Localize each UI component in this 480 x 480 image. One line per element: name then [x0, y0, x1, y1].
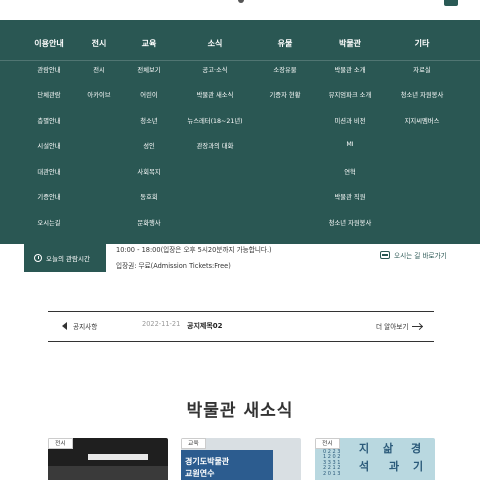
menu-item-announcements[interactable]: 공고·소식 [180, 65, 250, 74]
poster-char-2: 삶 [383, 442, 394, 455]
menu-item-floor-guide[interactable]: 층별안내 [14, 116, 84, 125]
menu-item-museum-news[interactable]: 박물관 새소식 [180, 90, 250, 99]
ticket-text: 입장권: 무료(Admission Tickets:Free) [116, 262, 231, 270]
exhibition-photo [48, 466, 168, 480]
menu-item-rental-guide[interactable]: 대관안내 [14, 167, 84, 176]
menu-icon[interactable] [444, 0, 458, 6]
poster-line-2: 교원연수 [185, 469, 215, 478]
arrow-right-icon [412, 325, 423, 327]
top-header [0, 0, 480, 20]
menu-item-staff[interactable]: 박물관 직원 [315, 192, 385, 201]
menu-item-social-welfare[interactable]: 사회복지 [114, 167, 184, 176]
poster-char-3: 경 [411, 442, 422, 455]
menu-item-mi[interactable]: MI [315, 141, 385, 148]
menu-item-youth-volunteer-etc[interactable]: 청소년 자원봉사 [387, 90, 457, 99]
bus-icon [380, 251, 390, 259]
ceiling-light-image [88, 454, 148, 460]
menu-item-donors[interactable]: 기증자 현황 [250, 90, 320, 99]
menu-heading-museum[interactable]: 박물관 [315, 38, 385, 49]
poster-char-5: 과 [389, 460, 400, 473]
notice-divider-bottom [48, 341, 434, 342]
hours-text: 10:00 - 18:00(입장은 오후 5시20분까지 가능합니다.) [116, 246, 272, 254]
education-poster: 경기도박물관 교원연수 [181, 450, 273, 480]
menu-item-youth[interactable]: 청소년 [114, 116, 184, 125]
news-card-tag: 교육 [181, 438, 206, 449]
menu-item-ggc-members[interactable]: 지지씨멤버스 [387, 116, 457, 125]
mega-menu: 이용안내 관람안내 단체관람 층별안내 시설안내 대관안내 기증안내 오시는길 … [0, 20, 480, 244]
menu-item-children[interactable]: 어린이 [114, 90, 184, 99]
notice-label-text: 공지사항 [73, 323, 98, 331]
menu-item-view-all[interactable]: 전체보기 [114, 65, 184, 74]
menu-item-mission-vision[interactable]: 미션과 비전 [315, 116, 385, 125]
menu-item-collection[interactable]: 소장유물 [250, 65, 320, 74]
menu-item-museumpark-intro[interactable]: 뮤지엄파크 소개 [315, 90, 385, 99]
news-card-2[interactable]: 교육 경기도박물관 교원연수 [181, 438, 301, 480]
speaker-icon [62, 322, 67, 330]
news-card-3[interactable]: 전시 0 2 2 3 1 2 0 2 3 3 3 1 2 2 1 2 2 0 1… [315, 438, 435, 480]
notice-more-link[interactable]: 더 알아보기 [376, 321, 423, 331]
menu-item-resources[interactable]: 자료실 [387, 65, 457, 74]
poster-char-6: 기 [413, 460, 424, 473]
museum-logo-icon[interactable] [238, 0, 244, 3]
menu-heading-education[interactable]: 교육 [114, 38, 184, 49]
notice-date: 2022-11-21 [142, 320, 181, 328]
menu-item-director-talk[interactable]: 관장과의 대화 [180, 141, 250, 150]
menu-divider [0, 60, 480, 61]
notice-divider-top [48, 311, 434, 312]
menu-item-museum-intro[interactable]: 박물관 소개 [315, 65, 385, 74]
news-section-title: 박물관 새소식 [186, 401, 294, 421]
news-card-1[interactable]: 전시 [48, 438, 168, 480]
notice-label: 공지사항 [62, 321, 97, 331]
poster-line-1: 경기도박물관 [185, 457, 230, 466]
directions-label: 오시는 길 바로가기 [394, 252, 447, 260]
menu-heading-etc[interactable]: 기타 [387, 38, 457, 49]
menu-item-directions[interactable]: 오시는길 [14, 218, 84, 227]
menu-heading-artifacts[interactable]: 유물 [250, 38, 320, 49]
menu-item-history[interactable]: 연혁 [315, 167, 385, 176]
menu-item-donation-guide[interactable]: 기증안내 [14, 192, 84, 201]
notice-more-label: 더 알아보기 [376, 323, 409, 331]
poster-char-1: 지 [359, 442, 370, 455]
menu-item-adult[interactable]: 성인 [114, 141, 184, 150]
today-hours-label: 오늘의 관람시간 [46, 255, 90, 263]
news-card-tag: 전시 [315, 438, 340, 449]
menu-item-youth-volunteer[interactable]: 청소년 자원봉사 [315, 218, 385, 227]
poster-number-strip: 0 2 2 3 1 2 0 2 3 3 3 1 2 2 1 2 2 0 1 3 [323, 449, 341, 477]
directions-link[interactable]: 오시는 길 바로가기 [380, 250, 447, 260]
today-hours-box: 오늘의 관람시간 [24, 244, 106, 272]
menu-heading-news[interactable]: 소식 [180, 38, 250, 49]
poster-char-4: 석 [359, 460, 370, 473]
menu-item-facility-guide[interactable]: 시설안내 [14, 141, 84, 150]
news-card-tag: 전시 [48, 438, 73, 449]
menu-item-club[interactable]: 동호회 [114, 192, 184, 201]
notice-title-link[interactable]: 공지제목02 [187, 321, 223, 331]
menu-item-cultural-events[interactable]: 문화행사 [114, 218, 184, 227]
menu-item-newsletter[interactable]: 뉴스레터(18~21년) [180, 116, 250, 125]
clock-icon [34, 254, 42, 262]
